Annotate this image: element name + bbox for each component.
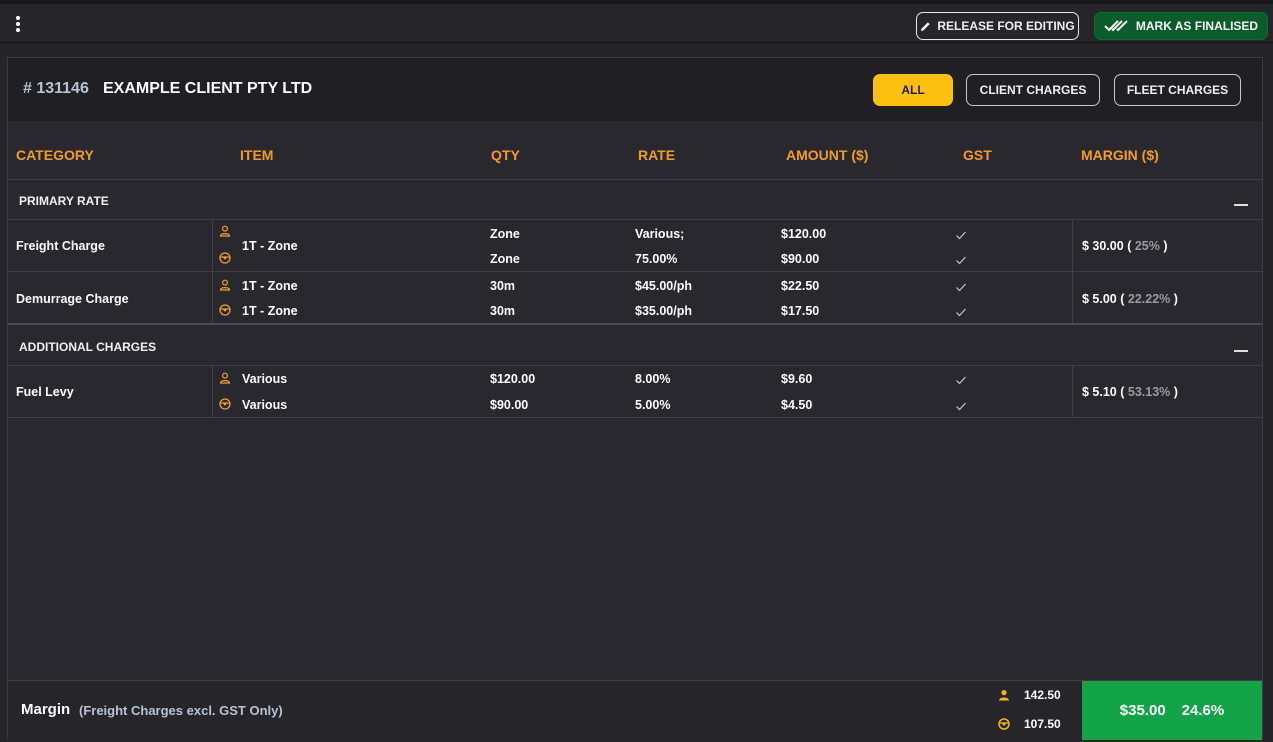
divider [8, 417, 1262, 418]
job-number: # 131146 [23, 80, 89, 97]
row-amount: $4.50 [781, 398, 813, 412]
margin-footer: Margin (Freight Charges excl. GST Only) … [8, 680, 1262, 740]
row-margin-percent: 25% [1134, 239, 1160, 253]
row-item: 1T - Zone [242, 239, 298, 253]
client-user-icon [999, 690, 1009, 701]
row-margin-amount: $ 5.10 [1082, 385, 1117, 399]
row-amount: $9.60 [781, 372, 813, 386]
row-rate: $35.00/ph [635, 304, 692, 318]
row-margin: $ 30.00 ( 25% ) [1082, 239, 1168, 253]
column-header-margin: MARGIN ($) [1081, 147, 1159, 163]
row-amount: $90.00 [781, 252, 820, 266]
footer-client-total: 142.50 [1024, 688, 1061, 702]
divider [8, 365, 1262, 366]
panel-header: # 131146 EXAMPLE CLIENT PTY LTD ALL CLIE… [8, 58, 1262, 121]
divider [1072, 366, 1073, 417]
mark-as-finalised-button[interactable]: MARK AS FINALISED [1094, 12, 1268, 40]
row-qty: $90.00 [490, 398, 529, 412]
gst-check-icon [956, 256, 966, 265]
row-margin-amount: $ 5.00 [1082, 292, 1117, 306]
row-margin-amount: $ 30.00 [1082, 239, 1124, 253]
total-margin-badge: $35.00 24.6% [1082, 681, 1262, 740]
charges-panel: # 131146 EXAMPLE CLIENT PTY LTD ALL CLIE… [7, 57, 1263, 740]
divider [212, 220, 213, 271]
row-item: 1T - Zone [242, 304, 298, 318]
row-amount: $17.50 [781, 304, 820, 318]
row-margin: $ 5.00 ( 22.22% ) [1082, 292, 1178, 306]
row-qty: $120.00 [490, 372, 536, 386]
divider [1072, 272, 1073, 323]
filter-fleet-charges-button[interactable]: FLEET CHARGES [1114, 74, 1241, 106]
row-qty: Zone [490, 227, 520, 241]
column-header-rate: RATE [638, 147, 676, 163]
total-margin-amount: $35.00 [1119, 702, 1166, 719]
gst-check-icon [956, 283, 966, 292]
row-item: Various [242, 372, 288, 386]
fleet-steering-wheel-icon [219, 304, 231, 316]
filter-client-charges-button[interactable]: CLIENT CHARGES [966, 74, 1100, 106]
total-margin-percent: 24.6% [1181, 702, 1225, 719]
client-user-icon [219, 372, 231, 384]
footer-fleet-total: 107.50 [1024, 717, 1061, 731]
row-qty: 30m [490, 279, 516, 293]
footer-margin-label: Margin [21, 701, 71, 718]
row-rate: Various; [635, 227, 685, 241]
row-item: Various [242, 398, 288, 412]
double-check-icon [1104, 20, 1128, 32]
fleet-steering-wheel-icon [998, 718, 1010, 730]
footer-margin-sublabel: (Freight Charges excl. GST Only) [79, 703, 283, 718]
divider [212, 272, 213, 323]
gst-check-icon [956, 376, 966, 385]
section-title-additional-charges: ADDITIONAL CHARGES [19, 340, 157, 354]
collapse-additional-charges-icon[interactable] [1234, 350, 1248, 352]
top-toolbar: RELEASE FOR EDITING MARK AS FINALISED [0, 0, 1273, 43]
release-for-editing-label: RELEASE FOR EDITING [937, 19, 1075, 33]
row-qty: 30m [490, 304, 516, 318]
row-category: Fuel Levy [16, 385, 74, 399]
collapse-primary-rate-icon[interactable] [1234, 204, 1248, 206]
gst-check-icon [956, 308, 966, 317]
client-name: EXAMPLE CLIENT PTY LTD [103, 80, 313, 97]
filter-all-button[interactable]: ALL [873, 74, 953, 106]
divider [8, 323, 1262, 325]
divider [8, 271, 1262, 272]
gst-check-icon [956, 231, 966, 240]
row-item: 1T - Zone [242, 279, 298, 293]
divider [212, 366, 213, 417]
release-for-editing-button[interactable]: RELEASE FOR EDITING [916, 12, 1079, 40]
column-header-item: ITEM [240, 147, 274, 163]
row-amount: $22.50 [781, 279, 820, 293]
mark-as-finalised-label: MARK AS FINALISED [1135, 19, 1259, 33]
divider [1072, 220, 1073, 271]
client-user-icon [219, 279, 231, 291]
row-category: Demurrage Charge [16, 292, 129, 306]
client-user-icon [219, 225, 231, 237]
column-header-gst: GST [963, 147, 992, 163]
pencil-icon [921, 21, 931, 31]
section-title-primary-rate: PRIMARY RATE [19, 194, 109, 208]
divider [8, 219, 1262, 220]
row-margin-percent: 53.13% [1127, 385, 1171, 399]
row-amount: $120.00 [781, 227, 827, 241]
gst-check-icon [956, 402, 966, 411]
column-header-category: CATEGORY [16, 147, 94, 163]
row-rate: 8.00% [635, 372, 671, 386]
row-rate: 75.00% [635, 252, 678, 266]
divider [8, 179, 1262, 180]
row-qty: Zone [490, 252, 520, 266]
row-category: Freight Charge [16, 239, 105, 253]
row-rate: 5.00% [635, 398, 671, 412]
fleet-steering-wheel-icon [219, 252, 231, 264]
column-header-amount: AMOUNT ($) [786, 147, 869, 163]
more-options-icon[interactable] [12, 13, 24, 35]
row-margin-percent: 22.22% [1127, 292, 1171, 306]
row-rate: $45.00/ph [635, 279, 692, 293]
fleet-steering-wheel-icon [219, 398, 231, 410]
column-header-qty: QTY [491, 147, 520, 163]
row-margin: $ 5.10 ( 53.13% ) [1082, 385, 1178, 399]
